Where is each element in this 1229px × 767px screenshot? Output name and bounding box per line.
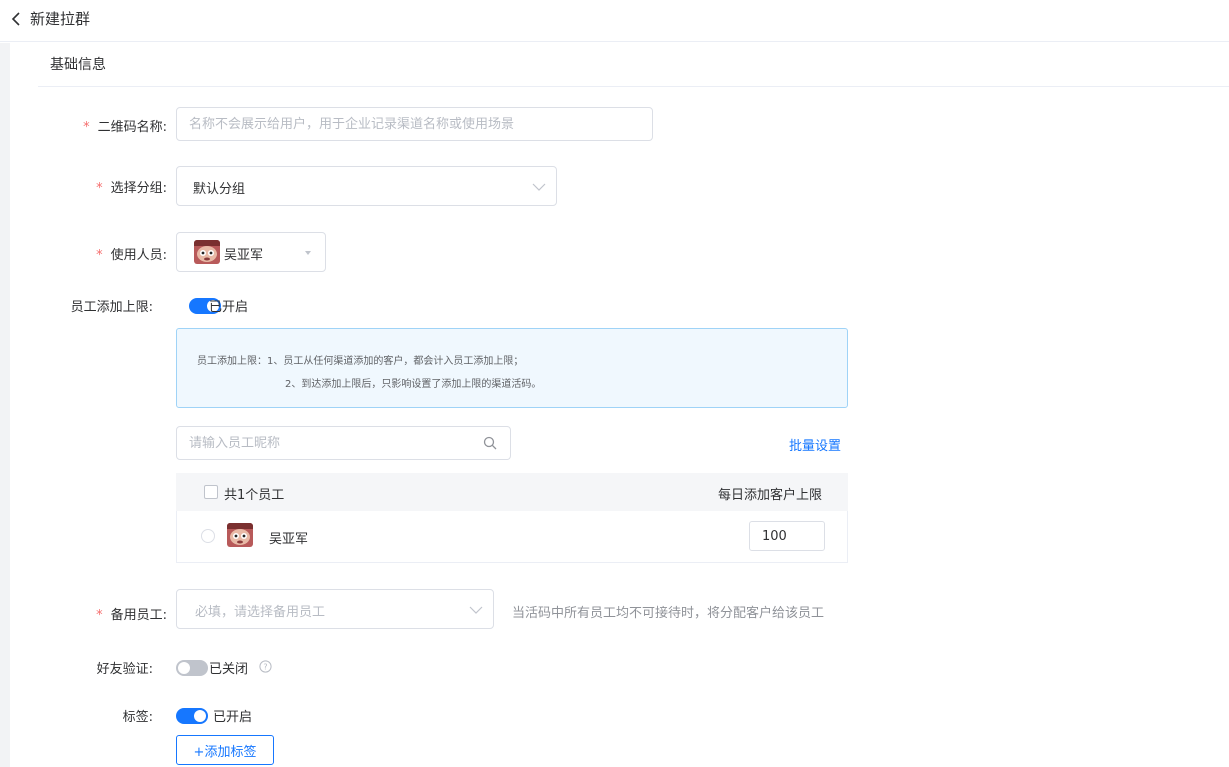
row-staff-name: 吴亚军 bbox=[269, 532, 309, 547]
switch-knob bbox=[194, 710, 206, 722]
group-select[interactable]: 默认分组 bbox=[176, 166, 557, 206]
required-mark: * bbox=[96, 608, 103, 623]
tags-switch[interactable] bbox=[176, 708, 208, 724]
add-limit-state: 已开启 bbox=[209, 300, 249, 315]
tip-line-2: 2、到达添加上限后，只影响设置了添加上限的渠道活码。 bbox=[285, 379, 542, 390]
staff-select[interactable]: 吴亚军 bbox=[176, 232, 326, 272]
left-gutter bbox=[0, 43, 10, 767]
switch-knob bbox=[178, 662, 190, 674]
staff-label: * 使用人员: bbox=[96, 248, 167, 263]
staff-table-header: 共1个员工 每日添加客户上限 bbox=[176, 473, 848, 511]
header-daily-limit: 每日添加客户上限 bbox=[717, 488, 822, 503]
friend-verify-switch[interactable] bbox=[176, 660, 208, 676]
qr-name-input[interactable] bbox=[176, 107, 653, 141]
tip-line-1: 员工添加上限：1、员工从任何渠道添加的客户，都会计入员工添加上限； bbox=[197, 356, 524, 367]
tags-label: 标签: bbox=[122, 710, 153, 725]
backup-hint: 当活码中所有员工均不可接待时，将分配客户给该员工 bbox=[512, 606, 825, 621]
tags-state: 已开启 bbox=[213, 710, 253, 725]
backup-select[interactable]: 必填，请选择备用员工 bbox=[176, 589, 494, 629]
page-title: 新建拉群 bbox=[30, 10, 91, 28]
chevron-left-icon[interactable] bbox=[10, 11, 22, 27]
staff-select-value: 吴亚军 bbox=[224, 248, 264, 263]
select-all-checkbox[interactable] bbox=[204, 485, 218, 499]
backup-label: * 备用员工: bbox=[96, 608, 167, 623]
caret-down-icon bbox=[305, 251, 311, 255]
chevron-down-icon bbox=[469, 606, 483, 614]
batch-set-link[interactable]: 批量设置 bbox=[789, 435, 841, 454]
friend-verify-state: 已关闭 bbox=[209, 662, 249, 677]
table-row: 吴亚军 bbox=[176, 511, 848, 563]
row-select-radio[interactable] bbox=[201, 529, 215, 543]
top-bar: 新建拉群 bbox=[0, 0, 1229, 42]
section-title: 基础信息 bbox=[50, 57, 106, 73]
friend-verify-label: 好友验证: bbox=[96, 662, 153, 677]
avatar-image-icon bbox=[194, 240, 220, 264]
add-limit-tip: 员工添加上限：1、员工从任何渠道添加的客户，都会计入员工添加上限； 2、到达添加… bbox=[176, 328, 848, 408]
search-icon[interactable] bbox=[483, 436, 497, 450]
add-limit-label: 员工添加上限: bbox=[70, 300, 153, 315]
group-label: * 选择分组: bbox=[96, 181, 167, 196]
qr-name-label: * 二维码名称: bbox=[83, 120, 167, 135]
required-mark: * bbox=[96, 248, 103, 263]
avatar bbox=[227, 523, 253, 547]
avatar-image-icon bbox=[227, 523, 253, 547]
help-circle-icon[interactable]: ? bbox=[259, 660, 272, 673]
chevron-down-icon bbox=[532, 183, 546, 191]
header-count: 共1个员工 bbox=[224, 488, 285, 503]
group-select-value: 默认分组 bbox=[193, 182, 246, 197]
section-header: 基础信息 bbox=[38, 43, 1229, 87]
daily-limit-input[interactable] bbox=[749, 521, 825, 551]
required-mark: * bbox=[83, 120, 90, 135]
svg-text:?: ? bbox=[263, 663, 267, 672]
backup-select-placeholder: 必填，请选择备用员工 bbox=[195, 605, 326, 620]
required-mark: * bbox=[96, 181, 103, 196]
avatar bbox=[194, 240, 220, 264]
staff-search-input[interactable] bbox=[176, 426, 511, 460]
add-tag-button[interactable]: +添加标签 bbox=[176, 735, 274, 765]
